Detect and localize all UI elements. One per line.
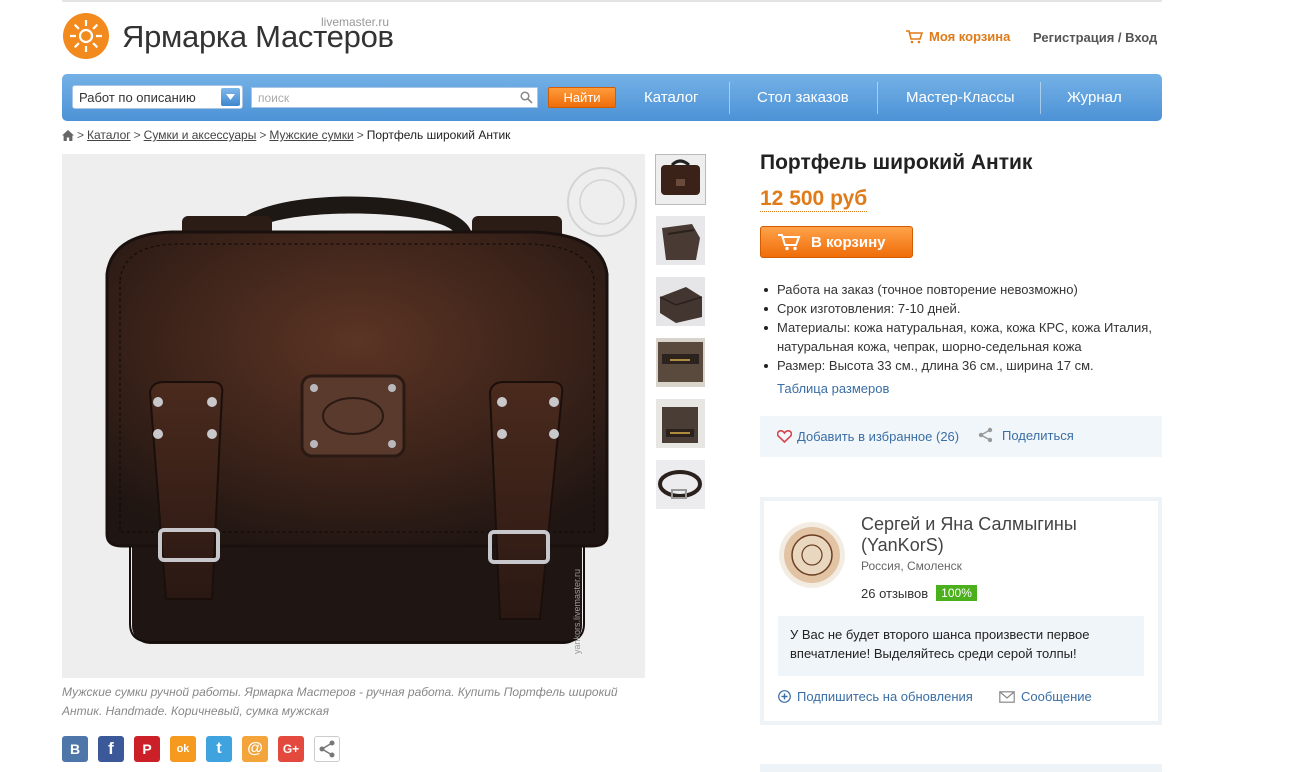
find-button[interactable]: Найти: [548, 87, 616, 108]
top-divider: [62, 0, 1162, 2]
subscribe-label: Подпишитесь на обновления: [797, 689, 973, 704]
search-icon[interactable]: [520, 91, 533, 104]
share-more-icon[interactable]: [314, 736, 340, 762]
logo-domain: livemaster.ru: [321, 15, 390, 29]
nav-journal[interactable]: Журнал: [1067, 89, 1122, 106]
logo-sun-icon[interactable]: [62, 12, 110, 60]
odnoklassniki-icon[interactable]: ok: [170, 736, 196, 762]
nav-divider: [729, 82, 730, 114]
feature-item: Материалы: кожа натуральная, кожа, кожа …: [763, 318, 1163, 356]
breadcrumb-current: Портфель широкий Антик: [366, 128, 511, 142]
nav-divider: [877, 82, 878, 114]
add-to-cart-button[interactable]: В корзину: [760, 226, 913, 258]
message-link[interactable]: Сообщение: [999, 689, 1092, 704]
breadcrumb-separator: >: [77, 128, 85, 142]
search-mode-select[interactable]: Работ по описанию: [72, 85, 243, 109]
share-label: Поделиться: [1002, 427, 1074, 443]
next-panel-edge: [760, 764, 1162, 772]
thumbnail-5[interactable]: [656, 399, 705, 448]
cart-icon: [778, 234, 801, 251]
breadcrumb-separator: >: [356, 128, 364, 142]
shop-name[interactable]: Сергей и Яна Салмыгины (YanKorS): [861, 514, 1151, 556]
twitter-icon[interactable]: t: [206, 736, 232, 762]
image-watermark: yankors.livemaster.ru: [572, 568, 582, 654]
shop-avatar[interactable]: [779, 522, 845, 588]
product-main-image[interactable]: yankors.livemaster.ru: [62, 154, 645, 678]
nav-divider: [1040, 82, 1041, 114]
shop-card: Сергей и Яна Салмыгины (YanKorS) Россия,…: [760, 497, 1162, 725]
thumbnail-4[interactable]: [656, 338, 705, 387]
nav-catalog[interactable]: Каталог: [644, 89, 699, 106]
thumbnail-6[interactable]: [656, 460, 705, 509]
breadcrumb-catalog[interactable]: Каталог: [87, 128, 131, 142]
breadcrumb: > Каталог > Сумки и аксессуары > Мужские…: [62, 128, 510, 142]
search-input[interactable]: поиск: [251, 87, 538, 108]
favorite-label: Добавить в избранное (26): [797, 429, 960, 444]
heart-icon: [777, 430, 792, 443]
breadcrumb-separator: >: [259, 128, 267, 142]
facebook-icon[interactable]: f: [98, 736, 124, 762]
product-price: 12 500 руб: [760, 187, 868, 212]
vk-icon[interactable]: В: [62, 736, 88, 762]
googleplus-icon[interactable]: G+: [278, 736, 304, 762]
thumbnail-1[interactable]: [655, 154, 706, 205]
plus-circle-icon: [778, 690, 791, 703]
nav-orders-table[interactable]: Стол заказов: [757, 89, 849, 106]
product-features: Работа на заказ (точное повторение невоз…: [763, 280, 1163, 375]
product-title: Портфель широкий Антик: [760, 151, 1033, 174]
auth-link[interactable]: Регистрация / Вход: [1033, 30, 1157, 45]
subscribe-link[interactable]: Подпишитесь на обновления: [778, 689, 973, 704]
feature-item: Срок изготовления: 7-10 дней.: [763, 299, 1163, 318]
leather-briefcase-image: [62, 154, 645, 678]
cart-label: Моя корзина: [929, 29, 1011, 44]
image-caption: Мужские сумки ручной работы. Ярмарка Мас…: [62, 685, 618, 718]
add-to-cart-label: В корзину: [811, 233, 886, 251]
breadcrumb-bags[interactable]: Сумки и аксессуары: [144, 128, 257, 142]
feature-item: Размер: Высота 33 см., длина 36 см., шир…: [763, 356, 1163, 375]
home-icon[interactable]: [62, 129, 74, 141]
message-label: Сообщение: [1021, 689, 1092, 704]
breadcrumb-separator: >: [133, 128, 141, 142]
share-icon: [978, 427, 993, 443]
cart-link[interactable]: Моя корзина: [905, 29, 1010, 44]
shop-reviews[interactable]: 26 отзывов 100%: [861, 585, 977, 601]
favorite-share-bar: Добавить в избранное (26) Поделиться: [760, 416, 1162, 457]
main-navbar: Работ по описанию поиск Найти Каталог Ст…: [62, 74, 1162, 121]
thumbnail-2[interactable]: [656, 216, 705, 265]
nav-master-classes[interactable]: Мастер-Классы: [906, 89, 1015, 106]
rating-badge: 100%: [936, 585, 977, 601]
envelope-icon: [999, 690, 1015, 703]
cart-icon: [906, 29, 923, 43]
add-to-favorites-link[interactable]: Добавить в избранное (26): [777, 429, 959, 444]
shop-quote: У Вас не будет второго шанса произвести …: [778, 616, 1144, 676]
reviews-count: 26 отзывов: [861, 585, 929, 601]
size-table-link[interactable]: Таблица размеров: [777, 381, 889, 396]
thumbnail-3[interactable]: [656, 277, 705, 326]
feature-item: Работа на заказ (точное повторение невоз…: [763, 280, 1163, 299]
pinterest-icon[interactable]: P: [134, 736, 160, 762]
search-mode-value: Работ по описанию: [79, 90, 196, 105]
shop-location: Россия, Смоленск: [861, 559, 962, 573]
breadcrumb-mens-bags[interactable]: Мужские сумки: [269, 128, 353, 142]
chevron-down-icon[interactable]: [221, 88, 240, 106]
mailru-icon[interactable]: @: [242, 736, 268, 762]
share-link[interactable]: Поделиться: [978, 427, 1074, 443]
search-placeholder: поиск: [258, 91, 290, 105]
